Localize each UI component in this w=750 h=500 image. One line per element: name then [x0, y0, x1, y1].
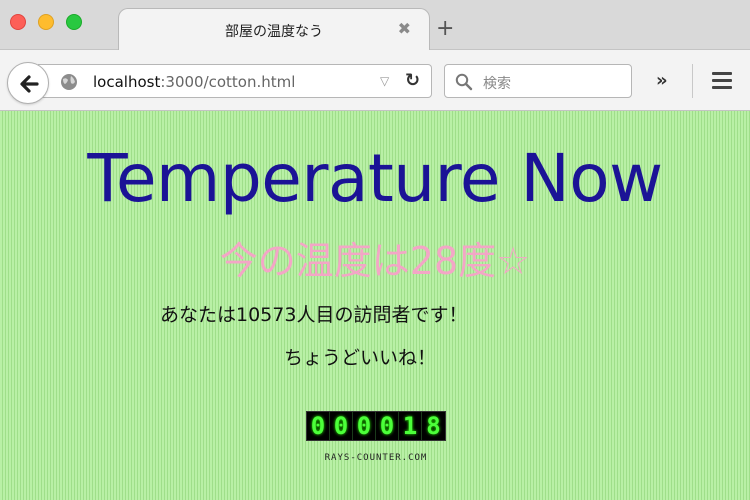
url-dropdown-icon[interactable]: ▽: [380, 74, 389, 88]
comment-text: ちょうどいいね！: [284, 347, 437, 369]
new-tab-button[interactable]: +: [436, 18, 454, 40]
browser-tab[interactable]: 部屋の温度なう ✖: [118, 8, 430, 51]
counter-digit: 0: [353, 412, 376, 440]
counter-digit: 0: [330, 412, 353, 440]
url-text[interactable]: localhost:3000/cotton.html: [93, 73, 295, 91]
counter-credit-link[interactable]: RAYS-COUNTER.COM: [306, 453, 446, 463]
zoom-window-button[interactable]: [66, 14, 82, 30]
search-icon: [455, 73, 473, 91]
counter-digit: 1: [399, 412, 422, 440]
tab-title: 部屋の温度なう: [225, 24, 323, 40]
url-host: localhost: [93, 73, 161, 91]
hamburger-menu-icon[interactable]: [712, 72, 732, 93]
page-content: Temperature Now 今の温度は28度☆ あなたは10573人目の訪問…: [0, 111, 750, 500]
address-bar[interactable]: localhost:3000/cotton.html ▽ ↻: [38, 64, 432, 98]
url-path: :3000/cotton.html: [160, 73, 296, 91]
page-title: Temperature Now: [87, 140, 663, 217]
overflow-chevron-icon[interactable]: »: [656, 70, 668, 91]
tab-close-icon[interactable]: ✖: [398, 19, 411, 38]
back-button[interactable]: [7, 62, 49, 104]
search-placeholder: 検索: [483, 76, 511, 92]
globe-icon: [61, 74, 77, 90]
minimize-window-button[interactable]: [38, 14, 54, 30]
back-arrow-icon: [20, 75, 39, 93]
close-window-button[interactable]: [10, 14, 26, 30]
toolbar-divider: [692, 64, 693, 98]
visitor-count-text: あなたは10573人目の訪問者です！: [160, 304, 468, 326]
access-counter[interactable]: 0 0 0 0 1 8: [306, 411, 446, 441]
navigation-toolbar: localhost:3000/cotton.html ▽ ↻ 検索 »: [0, 50, 750, 111]
reload-icon[interactable]: ↻: [405, 70, 420, 91]
counter-digit: 0: [307, 412, 330, 440]
temperature-text: 今の温度は28度☆: [219, 239, 531, 283]
search-bar[interactable]: 検索: [444, 64, 632, 98]
counter-digit: 8: [426, 412, 441, 440]
counter-digit: 0: [376, 412, 399, 440]
tab-bar: 部屋の温度なう ✖ +: [0, 0, 750, 51]
